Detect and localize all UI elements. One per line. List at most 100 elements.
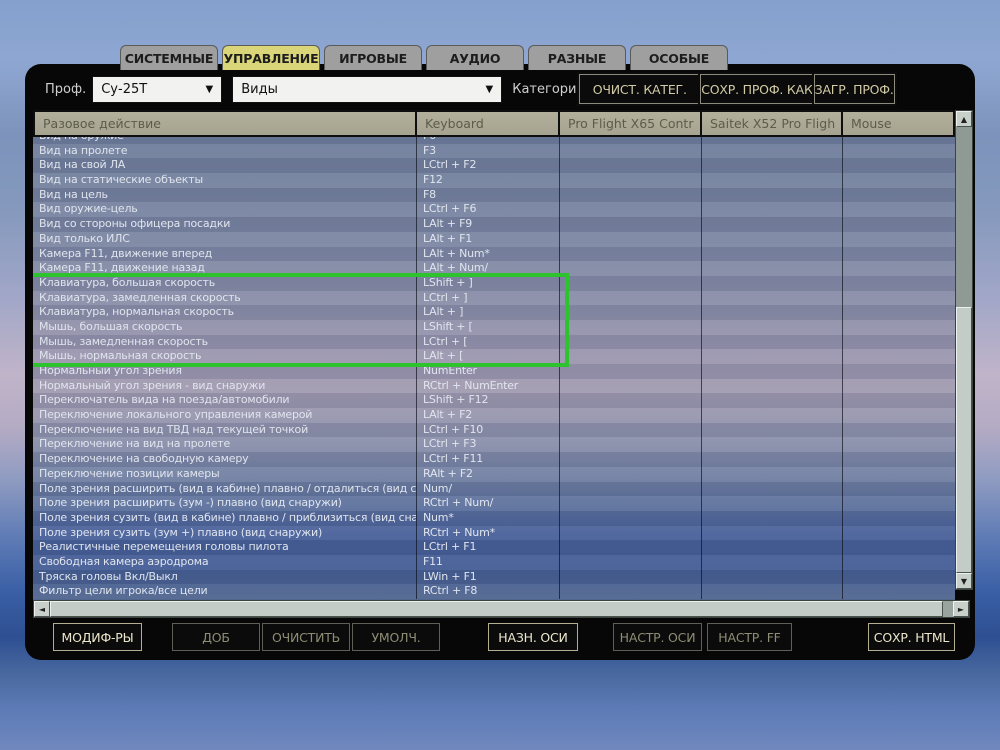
- tab[interactable]: ИГРОВЫЕ: [324, 45, 422, 70]
- tab[interactable]: АУДИО: [426, 45, 524, 70]
- mouse-cell: [843, 496, 955, 511]
- tab-label: АУДИО: [449, 50, 501, 66]
- tab[interactable]: ОСОБЫЕ: [630, 45, 728, 70]
- tab[interactable]: СИСТЕМНЫЕ: [120, 45, 218, 70]
- table-row[interactable]: Камера F11, движение вперед LAlt + Num*: [33, 246, 955, 262]
- table-row[interactable]: Свободная камера аэродрома F11: [33, 554, 955, 570]
- action-cell: Нормальный угол зрения - вид снаружи: [33, 378, 417, 394]
- vertical-scroll-thumb[interactable]: [956, 307, 972, 573]
- x65-cell: [560, 261, 702, 276]
- bottom-button[interactable]: СОХР. HTML: [868, 623, 955, 651]
- table-row[interactable]: Реалистичные перемещения головы пилота L…: [33, 540, 955, 555]
- x65-cell: [560, 290, 702, 306]
- mouse-cell: [843, 364, 955, 379]
- mouse-cell: [843, 188, 955, 203]
- table-row[interactable]: Поле зрения расширить (зум -) плавно (ви…: [33, 496, 955, 511]
- table-row[interactable]: Переключение локального управления камер…: [33, 408, 955, 423]
- bottom-button[interactable]: ОЧИСТИТЬ: [262, 623, 350, 651]
- column-header-saitek[interactable]: Saitek X52 Pro Fligh: [702, 110, 843, 137]
- action-cell: Мышь, замедленная скорость: [33, 334, 417, 350]
- table-row[interactable]: Мышь, замедленная скорость LCtrl + [: [33, 334, 955, 350]
- column-header-mouse[interactable]: Mouse: [843, 110, 955, 137]
- table-row[interactable]: Поле зрения расширить (вид в кабине) пла…: [33, 481, 955, 497]
- bottom-button[interactable]: УМОЛЧ.: [352, 623, 440, 651]
- tab-label: ИГРОВЫЕ: [339, 50, 407, 66]
- table-row[interactable]: Нормальный угол зрения NumEnter: [33, 364, 955, 379]
- action-cell: Вид на свой ЛА: [33, 158, 417, 174]
- column-header-keyboard[interactable]: Keyboard: [417, 110, 560, 137]
- table-row[interactable]: Поле зрения сузить (вид в кабине) плавно…: [33, 510, 955, 526]
- toolbar-button[interactable]: ОЧИСТ. КАТЕГ.: [579, 74, 701, 104]
- scroll-up-icon[interactable]: ▲: [956, 111, 972, 127]
- mouse-cell: [843, 335, 955, 350]
- table-row[interactable]: Камера F11, движение назад LAlt + Num/: [33, 261, 955, 276]
- keyboard-cell: RCtrl + Num/: [417, 496, 560, 511]
- category-select[interactable]: Виды ▼: [232, 75, 503, 103]
- bottom-button[interactable]: НАСТР. FF: [707, 623, 792, 651]
- scroll-left-icon[interactable]: ◄: [34, 601, 50, 617]
- table-row[interactable]: Вид оружие-цель LCtrl + F6: [33, 202, 955, 218]
- saitek-cell: [702, 334, 843, 350]
- table-row[interactable]: Вид со стороны офицера посадки LAlt + F9: [33, 217, 955, 232]
- table-row[interactable]: Клавиатура, нормальная скорость LAlt + ]: [33, 305, 955, 320]
- table-row[interactable]: Тряска головы Вкл/Выкл LWin + F1: [33, 569, 955, 585]
- table-row[interactable]: Вид на пролете F3: [33, 143, 955, 159]
- action-cell: Камера F11, движение назад: [33, 261, 417, 276]
- table-row[interactable]: Переключение позиции камеры RAlt + F2: [33, 466, 955, 482]
- keyboard-cell: LAlt + F2: [417, 408, 560, 423]
- mouse-cell: [843, 202, 955, 217]
- horizontal-scrollbar[interactable]: ◄ ►: [33, 600, 970, 618]
- table-row[interactable]: Клавиатура, замедленная скорость LCtrl +…: [33, 290, 955, 306]
- table-rows: Вид на оружие F6 Вид на пролете F3 Вид н…: [33, 137, 955, 599]
- keyboard-cell: LCtrl + F3: [417, 437, 560, 453]
- horizontal-scroll-thumb[interactable]: [50, 601, 943, 617]
- tab[interactable]: УПРАВЛЕНИЕ: [222, 45, 320, 70]
- action-cell: Вид оружие-цель: [33, 202, 417, 218]
- mouse-cell: [843, 408, 955, 423]
- action-cell: Свободная камера аэродрома: [33, 554, 417, 570]
- scroll-down-icon[interactable]: ▼: [956, 573, 972, 589]
- toolbar-button[interactable]: СОХР. ПРОФ. КАК: [700, 74, 814, 104]
- tab[interactable]: РАЗНЫЕ: [528, 45, 626, 70]
- table-row[interactable]: Вид на статические объекты F12: [33, 173, 955, 188]
- bottom-button[interactable]: МОДИФ-РЫ: [53, 623, 142, 651]
- scroll-right-icon[interactable]: ►: [953, 601, 969, 617]
- category-select-value: Виды: [241, 81, 278, 97]
- table-row[interactable]: Фильтр цели игрока/все цели RCtrl + F8: [33, 584, 955, 599]
- table-row[interactable]: Переключатель вида на поезда/автомобили …: [33, 393, 955, 409]
- keyboard-cell: LAlt + F9: [417, 217, 560, 232]
- bottom-button-label: НАСТР. FF: [718, 629, 781, 645]
- vertical-scrollbar[interactable]: ▲ ▼: [955, 110, 973, 590]
- bottom-button[interactable]: ДОБ: [172, 623, 260, 651]
- x65-cell: [560, 275, 702, 291]
- table-row[interactable]: Вид только ИЛС LAlt + F1: [33, 231, 955, 247]
- table-row[interactable]: Вид на свой ЛА LCtrl + F2: [33, 158, 955, 174]
- table-row[interactable]: Переключение на вид на пролете LCtrl + F…: [33, 437, 955, 453]
- bottom-button[interactable]: НАСТР. ОСИ: [613, 623, 702, 651]
- table-row[interactable]: Клавиатура, большая скорость LShift + ]: [33, 275, 955, 291]
- toolbar-button[interactable]: ЗАГР. ПРОФ.: [813, 74, 895, 104]
- profile-select[interactable]: Су-25Т ▼: [92, 75, 223, 103]
- column-header-x65[interactable]: Pro Flight X65 Contr: [560, 110, 702, 137]
- table-row[interactable]: Поле зрения сузить (зум +) плавно (вид с…: [33, 525, 955, 541]
- table-row[interactable]: Вид на цель F8: [33, 187, 955, 203]
- x65-cell: [560, 452, 702, 467]
- table-row[interactable]: Вид на оружие F6: [33, 137, 955, 144]
- x65-cell: [560, 349, 702, 364]
- bottom-button[interactable]: НАЗН. ОСИ: [488, 623, 578, 651]
- action-cell: Поле зрения расширить (вид в кабине) пла…: [33, 481, 417, 497]
- table-row[interactable]: Нормальный угол зрения - вид снаружи RCt…: [33, 378, 955, 394]
- tab-label: ОСОБЫЕ: [648, 50, 710, 66]
- column-header-action[interactable]: Разовое действие: [33, 110, 417, 137]
- action-cell: Клавиатура, замедленная скорость: [33, 290, 417, 306]
- keyboard-cell: F6: [417, 137, 560, 144]
- table-row[interactable]: Мышь, большая скорость LShift + [: [33, 319, 955, 335]
- table-row[interactable]: Переключение на свободную камеру LCtrl +…: [33, 452, 955, 467]
- saitek-cell: [702, 510, 843, 526]
- mouse-cell: [843, 247, 955, 262]
- action-cell: Вид только ИЛС: [33, 231, 417, 247]
- options-tab-bar: СИСТЕМНЫЕ УПРАВЛЕНИЕ ИГРОВЫЕ АУДИО РАЗНЫ…: [120, 45, 732, 70]
- bottom-button-label: НАЗН. ОСИ: [498, 629, 568, 645]
- table-row[interactable]: Переключение на вид ТВД над текущей точк…: [33, 422, 955, 438]
- table-row[interactable]: Мышь, нормальная скорость LAlt + [: [33, 349, 955, 364]
